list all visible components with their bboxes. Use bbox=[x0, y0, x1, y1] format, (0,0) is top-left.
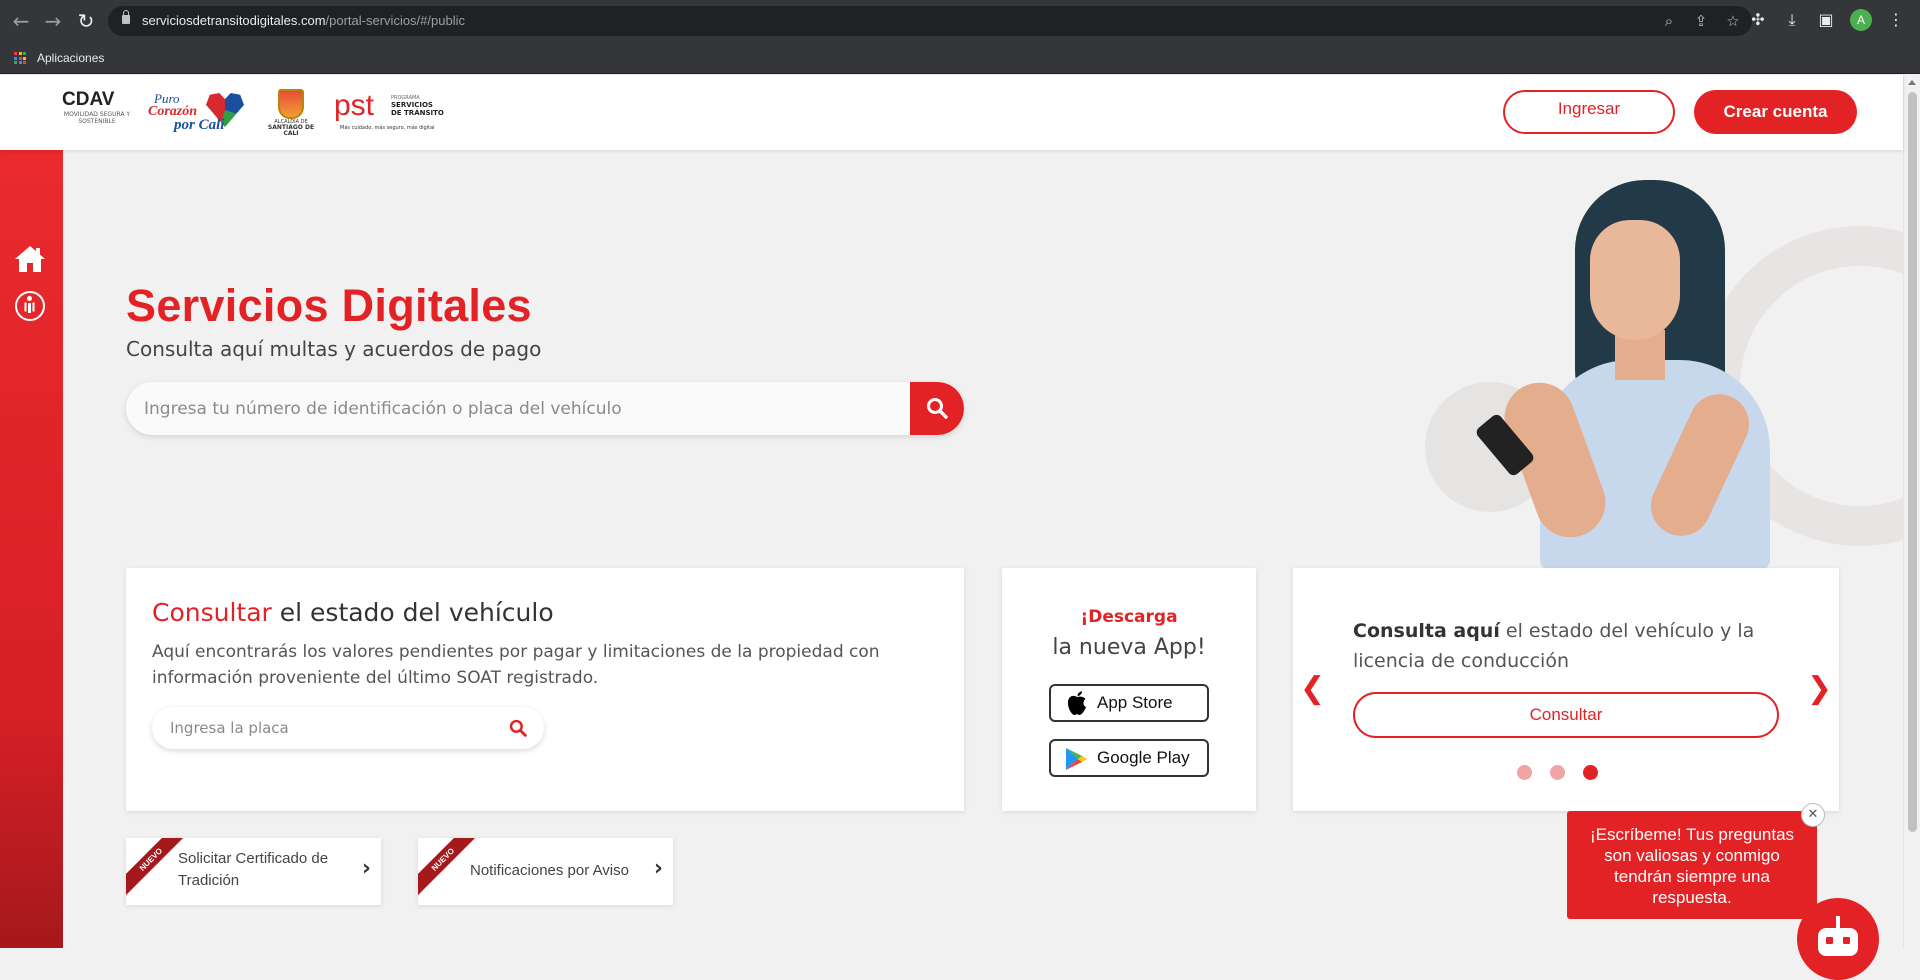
chatbot-button[interactable] bbox=[1797, 898, 1879, 980]
bookmarks-bar: Aplicaciones bbox=[0, 42, 1920, 74]
page-subtitle: Consulta aquí multas y acuerdos de pago bbox=[126, 337, 542, 361]
vehicle-card-title-highlight: Consultar bbox=[152, 598, 272, 627]
create-account-button[interactable]: Crear cuenta bbox=[1694, 90, 1857, 134]
download-app-heading: ¡Descarga bbox=[1080, 607, 1178, 627]
google-play-button[interactable]: Google Play bbox=[1049, 739, 1209, 777]
carousel-dot-active[interactable] bbox=[1583, 765, 1598, 780]
vehicle-card-title: Consultar el estado del vehículo bbox=[152, 598, 554, 627]
browser-toolbar: ← → ↻ serviciosdetransitodigitales.com/p… bbox=[0, 0, 1920, 42]
site-header: CDAV MOVILIDAD SEGURA Y SOSTENIBLE Puro … bbox=[0, 75, 1903, 150]
url-domain: serviciosdetransitodigitales.com bbox=[142, 13, 326, 28]
home-icon[interactable] bbox=[14, 244, 46, 274]
tile-notifications[interactable]: NUEVO Notificaciones por Aviso › bbox=[418, 838, 673, 905]
profile-avatar[interactable]: A bbox=[1850, 9, 1872, 31]
lock-icon[interactable] bbox=[122, 10, 130, 24]
vehicle-status-card: Consultar el estado del vehículo Aquí en… bbox=[126, 568, 964, 811]
download-app-card: ¡Descarga la nueva App! App Store Google… bbox=[1002, 568, 1256, 811]
cali-logo-line3: por Cali bbox=[174, 117, 225, 133]
apps-grid-icon[interactable] bbox=[14, 52, 26, 64]
carousel-dots bbox=[1517, 765, 1598, 780]
page-scrollbar[interactable] bbox=[1903, 75, 1920, 948]
chat-prompt[interactable]: ¡Escríbeme! Tus preguntas son valiosas y… bbox=[1567, 811, 1817, 919]
chat-close-icon[interactable]: ✕ bbox=[1801, 803, 1825, 827]
carousel-prev-icon[interactable]: ❮ bbox=[1300, 674, 1325, 704]
consultar-button[interactable]: Consultar bbox=[1353, 692, 1779, 738]
carousel-next-icon[interactable]: ❯ bbox=[1807, 674, 1832, 704]
url-path: /portal-servicios/#/public bbox=[325, 13, 465, 28]
zoom-icon[interactable]: ⌕ bbox=[1660, 12, 1678, 30]
cdav-logo[interactable]: CDAV MOVILIDAD SEGURA Y SOSTENIBLE bbox=[62, 89, 132, 125]
page-title: Servicios Digitales bbox=[126, 280, 532, 331]
sidebar bbox=[0, 150, 63, 948]
pst-logo[interactable]: pst PROGRAMA SERVICIOS DE TRÁNSITO Más c… bbox=[334, 89, 444, 135]
extensions-icon[interactable]: ✣ bbox=[1748, 10, 1768, 30]
accessibility-icon[interactable] bbox=[15, 291, 45, 321]
menu-kebab-icon[interactable]: ⋮ bbox=[1886, 10, 1906, 30]
woman-face bbox=[1590, 220, 1680, 340]
cali-logo[interactable]: Puro Corazón por Cali bbox=[146, 89, 246, 135]
login-button[interactable]: Ingresar bbox=[1503, 90, 1675, 134]
plate-search bbox=[152, 707, 544, 749]
reload-icon[interactable]: ↻ bbox=[73, 8, 99, 34]
carousel-message: Consulta aquí el estado del vehículo y l… bbox=[1353, 616, 1773, 676]
side-panel-icon[interactable]: ▣ bbox=[1816, 10, 1836, 30]
download-icon[interactable]: ⤓ bbox=[1782, 10, 1802, 30]
pst-logo-mark: pst bbox=[334, 89, 375, 122]
chevron-right-icon: › bbox=[361, 856, 371, 881]
forward-arrow-icon[interactable]: → bbox=[40, 8, 66, 34]
scroll-up-icon[interactable] bbox=[1908, 80, 1916, 85]
pst-logo-big: SERVICIOS DE TRÁNSITO bbox=[391, 101, 444, 117]
carousel-message-bold: Consulta aquí bbox=[1353, 620, 1500, 642]
bookmark-star-icon[interactable]: ☆ bbox=[1724, 12, 1742, 30]
main-search bbox=[126, 382, 964, 435]
cdav-logo-sub: MOVILIDAD SEGURA Y SOSTENIBLE bbox=[63, 111, 131, 125]
search-button[interactable] bbox=[910, 382, 964, 435]
app-store-label: App Store bbox=[1097, 693, 1173, 712]
search-icon bbox=[927, 398, 948, 419]
carousel-dot[interactable] bbox=[1517, 765, 1532, 780]
tile-label: Notificaciones por Aviso bbox=[470, 862, 629, 879]
url-text[interactable]: serviciosdetransitodigitales.com/portal-… bbox=[142, 6, 465, 36]
back-arrow-icon[interactable]: ← bbox=[8, 8, 34, 34]
coat-of-arms-icon bbox=[278, 89, 304, 119]
cdav-logo-mark: CDAV bbox=[62, 89, 115, 110]
share-icon[interactable]: ⇪ bbox=[1692, 12, 1710, 30]
tile-label: Solicitar Certificado de Tradición bbox=[178, 850, 329, 889]
id-or-plate-search-input[interactable] bbox=[126, 382, 910, 435]
vehicle-card-description: Aquí encontrarás los valores pendientes … bbox=[152, 642, 880, 688]
robot-antenna bbox=[1836, 916, 1840, 928]
google-play-label: Google Play bbox=[1097, 748, 1190, 767]
app-store-button[interactable]: App Store bbox=[1049, 684, 1209, 722]
hero-illustration bbox=[1400, 150, 1903, 568]
carousel-card: ❮ Consulta aquí el estado del vehículo y… bbox=[1293, 568, 1839, 811]
chevron-right-icon: › bbox=[653, 856, 663, 881]
plate-input[interactable] bbox=[152, 707, 492, 749]
address-bar[interactable]: serviciosdetransitodigitales.com/portal-… bbox=[108, 6, 1752, 36]
carousel-dot[interactable] bbox=[1550, 765, 1565, 780]
plate-search-icon[interactable] bbox=[509, 719, 527, 737]
download-app-subheading: la nueva App! bbox=[1052, 635, 1206, 660]
tile-certificate-request[interactable]: NUEVO Solicitar Certificado de Tradición… bbox=[126, 838, 381, 905]
apple-icon bbox=[1068, 691, 1086, 715]
vehicle-card-title-rest: el estado del vehículo bbox=[271, 598, 554, 627]
scroll-thumb[interactable] bbox=[1908, 92, 1917, 832]
robot-icon bbox=[1818, 928, 1858, 956]
google-play-icon bbox=[1066, 748, 1087, 770]
pst-logo-tagline: Más cuidado, más seguro, más digital bbox=[340, 125, 435, 131]
alcaldia-logo-line2: SANTIAGO DE CALI bbox=[267, 124, 315, 137]
bookmark-apps[interactable]: Aplicaciones bbox=[37, 42, 104, 74]
alcaldia-logo[interactable]: ALCALDÍA DE SANTIAGO DE CALI bbox=[262, 89, 320, 137]
